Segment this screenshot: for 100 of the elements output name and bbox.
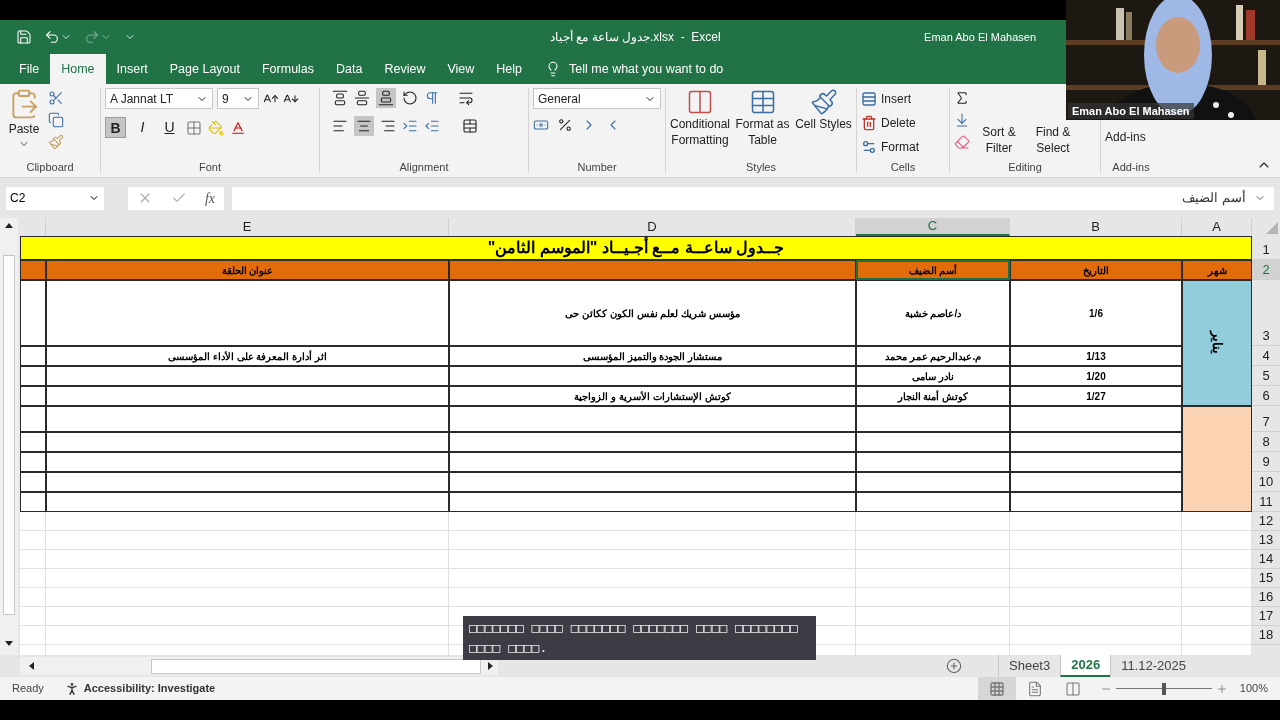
cut-icon[interactable] (48, 90, 64, 106)
bottom-align-button[interactable] (376, 88, 396, 108)
row-header[interactable]: 15 (1252, 569, 1280, 588)
ribbon-tab[interactable]: View (436, 54, 486, 84)
wrap-text-icon[interactable] (458, 90, 474, 106)
cells-button[interactable]: Delete (861, 112, 919, 134)
font-name-field[interactable]: A Jannat LT (105, 88, 213, 109)
formula-field[interactable]: أسم الضيف (232, 186, 1274, 210)
font-style-button[interactable]: I (132, 117, 153, 138)
text-direction-icon[interactable] (424, 90, 440, 106)
percent-icon[interactable] (557, 117, 573, 133)
cells-button[interactable]: Format (861, 136, 919, 158)
row-header[interactable]: 8 (1252, 432, 1280, 452)
fill-icon[interactable] (954, 112, 970, 128)
ribbon-tab[interactable]: Page Layout (158, 54, 251, 84)
add-sheet-icon[interactable] (946, 658, 962, 674)
ribbon-tab[interactable]: Data (325, 54, 374, 84)
row-header[interactable]: 9 (1252, 452, 1280, 472)
normal-view-button[interactable] (977, 677, 1016, 700)
page-layout-icon[interactable] (1026, 680, 1043, 697)
ribbon-tab[interactable]: Insert (105, 54, 159, 84)
name-box[interactable]: C2 (6, 186, 104, 210)
cells-button[interactable]: Insert (861, 88, 919, 110)
align-left-icon[interactable] (332, 118, 348, 134)
column-header[interactable]: A (1182, 218, 1252, 236)
editing-button[interactable]: Find & Select (1028, 124, 1078, 156)
row-header[interactable]: 4 (1252, 346, 1280, 366)
styles-button[interactable]: Conditional Formatting (670, 88, 730, 148)
row-header[interactable]: 11 (1252, 492, 1280, 512)
undo-icon[interactable] (44, 29, 60, 45)
row-header[interactable]: 6 (1252, 386, 1280, 406)
zoom-level[interactable]: 100% (1239, 680, 1268, 697)
copy-icon[interactable] (48, 112, 64, 128)
ribbon-tab[interactable]: File (8, 54, 51, 84)
accessibility-button[interactable]: Accessibility: Investigate (63, 680, 216, 697)
scroll-right-icon[interactable] (486, 662, 494, 670)
scroll-up-icon[interactable] (5, 222, 13, 230)
middle-align-icon[interactable] (354, 90, 370, 106)
column-header[interactable]: B (1010, 218, 1182, 236)
window-title: جدول ساعة مع أجياد.xlsx - Excel (550, 29, 721, 46)
scroll-left-icon[interactable] (28, 662, 36, 670)
horizontal-scrollbar[interactable] (20, 657, 498, 675)
fill-color-icon[interactable] (208, 119, 224, 136)
paste-button[interactable]: Paste (4, 88, 44, 150)
group-label: Number (577, 159, 617, 175)
number-format-field[interactable]: General (533, 88, 661, 109)
row-header[interactable]: 10 (1252, 472, 1280, 492)
autosum-icon[interactable] (954, 90, 970, 106)
font-size-field[interactable]: 9 (217, 88, 259, 109)
row-header[interactable]: 14 (1252, 550, 1280, 569)
save-icon[interactable] (16, 29, 32, 45)
orientation-icon[interactable] (402, 90, 418, 106)
styles-button[interactable]: Format as Table (734, 88, 791, 148)
font-style-button[interactable]: B (105, 117, 126, 138)
row-header[interactable]: 5 (1252, 366, 1280, 386)
scrollbar-thumb[interactable] (151, 658, 481, 674)
currency-icon[interactable] (533, 117, 549, 133)
format-painter-icon[interactable] (48, 134, 64, 150)
addins-button[interactable]: Add-ins (1105, 128, 1146, 146)
column-header[interactable]: C (856, 218, 1010, 236)
vertical-scrollbar[interactable] (0, 218, 18, 655)
font-style-button[interactable]: U (159, 117, 180, 138)
zoom-thumb[interactable] (1161, 682, 1166, 695)
borders-icon[interactable] (186, 119, 202, 136)
table-cell (20, 492, 46, 512)
ribbon-tab[interactable]: Home (50, 54, 106, 84)
function-button[interactable]: fx (204, 187, 215, 209)
outdent-icon[interactable] (424, 118, 440, 134)
column-header[interactable]: E (46, 218, 449, 236)
align-right-icon[interactable] (380, 118, 396, 134)
table-cell (20, 432, 46, 452)
editing-button[interactable]: Sort & Filter (974, 124, 1024, 156)
ribbon-tab[interactable]: Help (485, 54, 534, 84)
row-header[interactable]: 16 (1252, 588, 1280, 607)
indent-icon[interactable] (402, 118, 418, 134)
scroll-down-icon[interactable] (5, 639, 13, 647)
scrollbar-thumb[interactable] (3, 254, 15, 615)
sheet-tab[interactable]: 2026 (1060, 655, 1111, 677)
ribbon-tab[interactable]: Review (373, 54, 437, 84)
top-align-icon[interactable] (332, 90, 348, 106)
row-header[interactable]: 7 (1252, 406, 1280, 432)
table-cell: 1/27 (1010, 386, 1182, 406)
zoom-track[interactable] (1115, 682, 1212, 695)
row-header[interactable]: 12 (1252, 512, 1280, 531)
styles-button[interactable]: Cell Styles (795, 88, 852, 132)
row-header[interactable]: 3 (1252, 280, 1280, 346)
row-header[interactable]: 2 (1252, 260, 1280, 280)
tell-me-search[interactable]: Tell me what you want to do (569, 59, 724, 79)
ribbon-tab[interactable]: Formulas (250, 54, 326, 84)
row-header[interactable]: 18 (1252, 626, 1280, 645)
center-align-button[interactable] (354, 116, 374, 136)
row-header[interactable]: 17 (1252, 607, 1280, 626)
font-color-icon[interactable] (230, 119, 246, 136)
merge-icon[interactable] (462, 118, 478, 134)
clear-icon[interactable] (954, 134, 970, 150)
group-label: Styles (746, 159, 776, 175)
row-header[interactable]: 13 (1252, 531, 1280, 550)
user-name[interactable]: Eman Abo El Mahasen (924, 28, 1036, 46)
column-header[interactable]: D (449, 218, 856, 236)
row-header[interactable]: 1 (1252, 236, 1280, 260)
